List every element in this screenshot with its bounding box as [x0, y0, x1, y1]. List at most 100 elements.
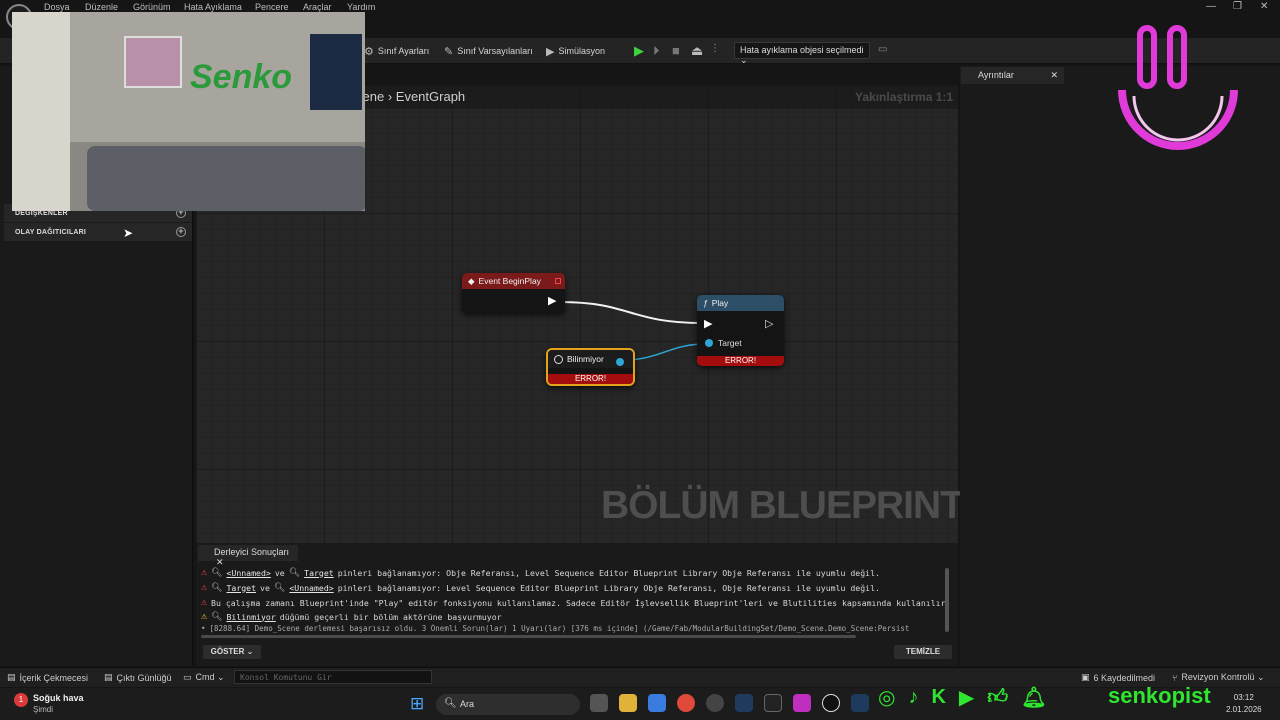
close-window-button[interactable]: ✕ [1260, 1, 1268, 12]
search-icon: 🔍︎ [444, 698, 457, 709]
play-options-icon[interactable]: ⋮ [710, 43, 720, 54]
find-icon[interactable]: 🔍︎ [211, 583, 222, 593]
maximize-button[interactable]: ❐ [1233, 1, 1242, 12]
compiler-message: • [8288.64] Demo_Scene derlemesi başarıs… [201, 624, 943, 633]
output-log-icon: ▤ [104, 672, 113, 682]
kick-icon: K [931, 685, 946, 708]
chrome-icon[interactable] [677, 694, 695, 712]
wall-graffiti: Senko [190, 58, 293, 96]
app-icon[interactable] [793, 694, 811, 712]
taskbar-clock[interactable]: 03:12 2.01.2026 [1226, 693, 1262, 714]
file-explorer-icon[interactable] [619, 694, 637, 712]
browse-icon[interactable]: ▭ [878, 44, 887, 55]
cmd-dropdown[interactable]: ▭ Cmd ⌄ [183, 672, 225, 683]
find-icon[interactable]: 🔍︎ [211, 612, 222, 622]
find-icon[interactable]: 🔍︎ [289, 568, 300, 578]
simulation-icon: ▶ [546, 45, 555, 58]
step-icon[interactable]: ⏵ [653, 43, 660, 59]
simulation-button[interactable]: ▶ Simülasyon [546, 43, 605, 59]
breadcrumb-current[interactable]: EventGraph [396, 89, 465, 104]
taskbar-search[interactable]: 🔍︎ Ara [436, 694, 580, 715]
play-icon[interactable]: ▶ [634, 43, 644, 59]
store-icon[interactable] [648, 694, 666, 712]
clock-date: 2.01.2026 [1226, 705, 1262, 714]
exec-out-pin-icon[interactable]: ▷ [765, 317, 773, 330]
actor-ref-icon [554, 354, 563, 364]
vertical-scrollbar[interactable] [945, 568, 949, 632]
sofa [87, 146, 365, 211]
content-drawer-icon: ▤ [7, 672, 16, 682]
revision-control-button[interactable]: ⑂ Revizyon Kontrolü ⌄ [1172, 672, 1265, 683]
class-settings-label: Sınıf Ayarları [377, 46, 430, 56]
task-view-icon[interactable] [590, 694, 608, 712]
content-drawer-button[interactable]: ▤ İçerik Çekmecesi [7, 672, 88, 683]
webcam-overlay: Senko [12, 12, 365, 211]
message-link[interactable]: Target [304, 568, 334, 578]
class-settings-button[interactable]: ⚙ Sınıf Ayarları [364, 43, 429, 59]
debug-object-select[interactable]: Hata ayıklama objesi seçilmedi ⌄ [734, 42, 870, 65]
play-function-node[interactable]: ƒ Play ▶ ▷ Target ERROR! [697, 295, 784, 366]
close-tab-icon[interactable]: ✕ [1050, 70, 1058, 81]
event-dispatchers-label: OLAY DAĞITICILARI [15, 228, 87, 236]
zoom-level: Yakınlaştırma 1:1 [855, 90, 954, 104]
target-pin-label: Target [718, 338, 742, 348]
message-text: ve [274, 567, 285, 578]
epic-games-icon[interactable] [764, 694, 782, 712]
output-log-label: Çıktı Günlüğü [116, 672, 172, 683]
clear-button[interactable]: TEMİZLE [894, 645, 952, 659]
tiktok-icon: ♪ [908, 685, 919, 708]
delegate-pin-icon[interactable] [555, 278, 561, 284]
message-link[interactable]: <Unnamed> [289, 583, 333, 593]
menu-window[interactable]: Pencere [255, 2, 289, 12]
gear-icon: ⚙ [364, 45, 374, 58]
steam-icon[interactable] [851, 694, 869, 712]
class-defaults-label: Sınıf Varsayılanları [457, 46, 533, 56]
unknown-actor-node[interactable]: Bilinmiyor ERROR! [546, 348, 635, 386]
smiley-right-eye [1167, 25, 1187, 89]
console-command-input[interactable]: Konsol Komutunu Gir [234, 670, 432, 684]
graph-watermark: BÖLÜM BLUEPRINT'İ [601, 484, 982, 527]
steam-icon[interactable] [735, 694, 753, 712]
play-node-title: Play [711, 298, 729, 308]
warning-icon: ⚠ [201, 611, 208, 622]
message-link[interactable]: Target [226, 583, 256, 593]
message-link[interactable]: Bilinmiyor [226, 612, 275, 622]
horizontal-scrollbar[interactable] [201, 635, 856, 638]
exec-out-pin-icon[interactable]: ▶ [548, 294, 556, 307]
object-out-pin-icon[interactable] [616, 358, 624, 366]
menu-debug[interactable]: Hata Ayıklama [184, 2, 242, 12]
show-button[interactable]: GÖSTER ⌄ [203, 645, 261, 659]
compiler-message: ⚠ 🔍︎ <Unnamed> ve 🔍︎ Target pinleri bağl… [201, 566, 880, 579]
find-icon[interactable]: 🔍︎ [211, 568, 222, 578]
windows-start-icon[interactable]: ⊞ [410, 694, 424, 714]
add-dispatcher-icon[interactable]: + [176, 227, 186, 237]
compiler-tab-label: Derleyici Sonuçları [214, 547, 290, 557]
compiler-results-tab[interactable]: Derleyici Sonuçları ✕ [198, 545, 298, 567]
exec-in-pin-icon[interactable]: ▶ [704, 317, 712, 330]
function-icon: ƒ [703, 298, 708, 308]
weather-title[interactable]: Soğuk hava [33, 693, 84, 703]
social-handle: senkopist [1108, 683, 1211, 708]
event-dispatchers-section[interactable]: OLAY DAĞITICILARI + [4, 223, 192, 241]
weather-alert-icon[interactable]: 1 [14, 693, 28, 707]
details-tab[interactable]: Ayrıntılar ✕ [961, 67, 1064, 84]
stop-icon[interactable]: ■ [672, 43, 680, 58]
compiler-message: ⚠ 🔍︎ Target ve 🔍︎ <Unnamed> pinleri bağl… [201, 581, 880, 594]
unknown-error-bar: ERROR! [548, 374, 633, 384]
github-icon[interactable] [706, 694, 724, 712]
eject-icon[interactable]: ⏏ [691, 43, 703, 59]
output-log-button[interactable]: ▤ Çıktı Günlüğü [104, 672, 172, 683]
target-pin-icon[interactable] [705, 339, 713, 347]
menu-edit[interactable]: Düzenle [85, 2, 118, 12]
menu-help[interactable]: Yardım [347, 2, 375, 12]
search-label: Ara [460, 699, 475, 709]
find-icon[interactable]: 🔍︎ [274, 583, 285, 593]
menu-tools[interactable]: Araçlar [303, 2, 332, 12]
class-defaults-button[interactable]: ✎ Sınıf Varsayılanları [444, 43, 533, 59]
unreal-engine-icon[interactable] [822, 694, 840, 712]
menu-view[interactable]: Görünüm [133, 2, 171, 12]
menu-file[interactable]: Dosya [44, 2, 70, 12]
event-beginplay-node[interactable]: ◆ Event BeginPlay ▶ [462, 273, 565, 313]
minimize-button[interactable]: — [1206, 1, 1216, 12]
message-link[interactable]: <Unnamed> [226, 568, 270, 578]
